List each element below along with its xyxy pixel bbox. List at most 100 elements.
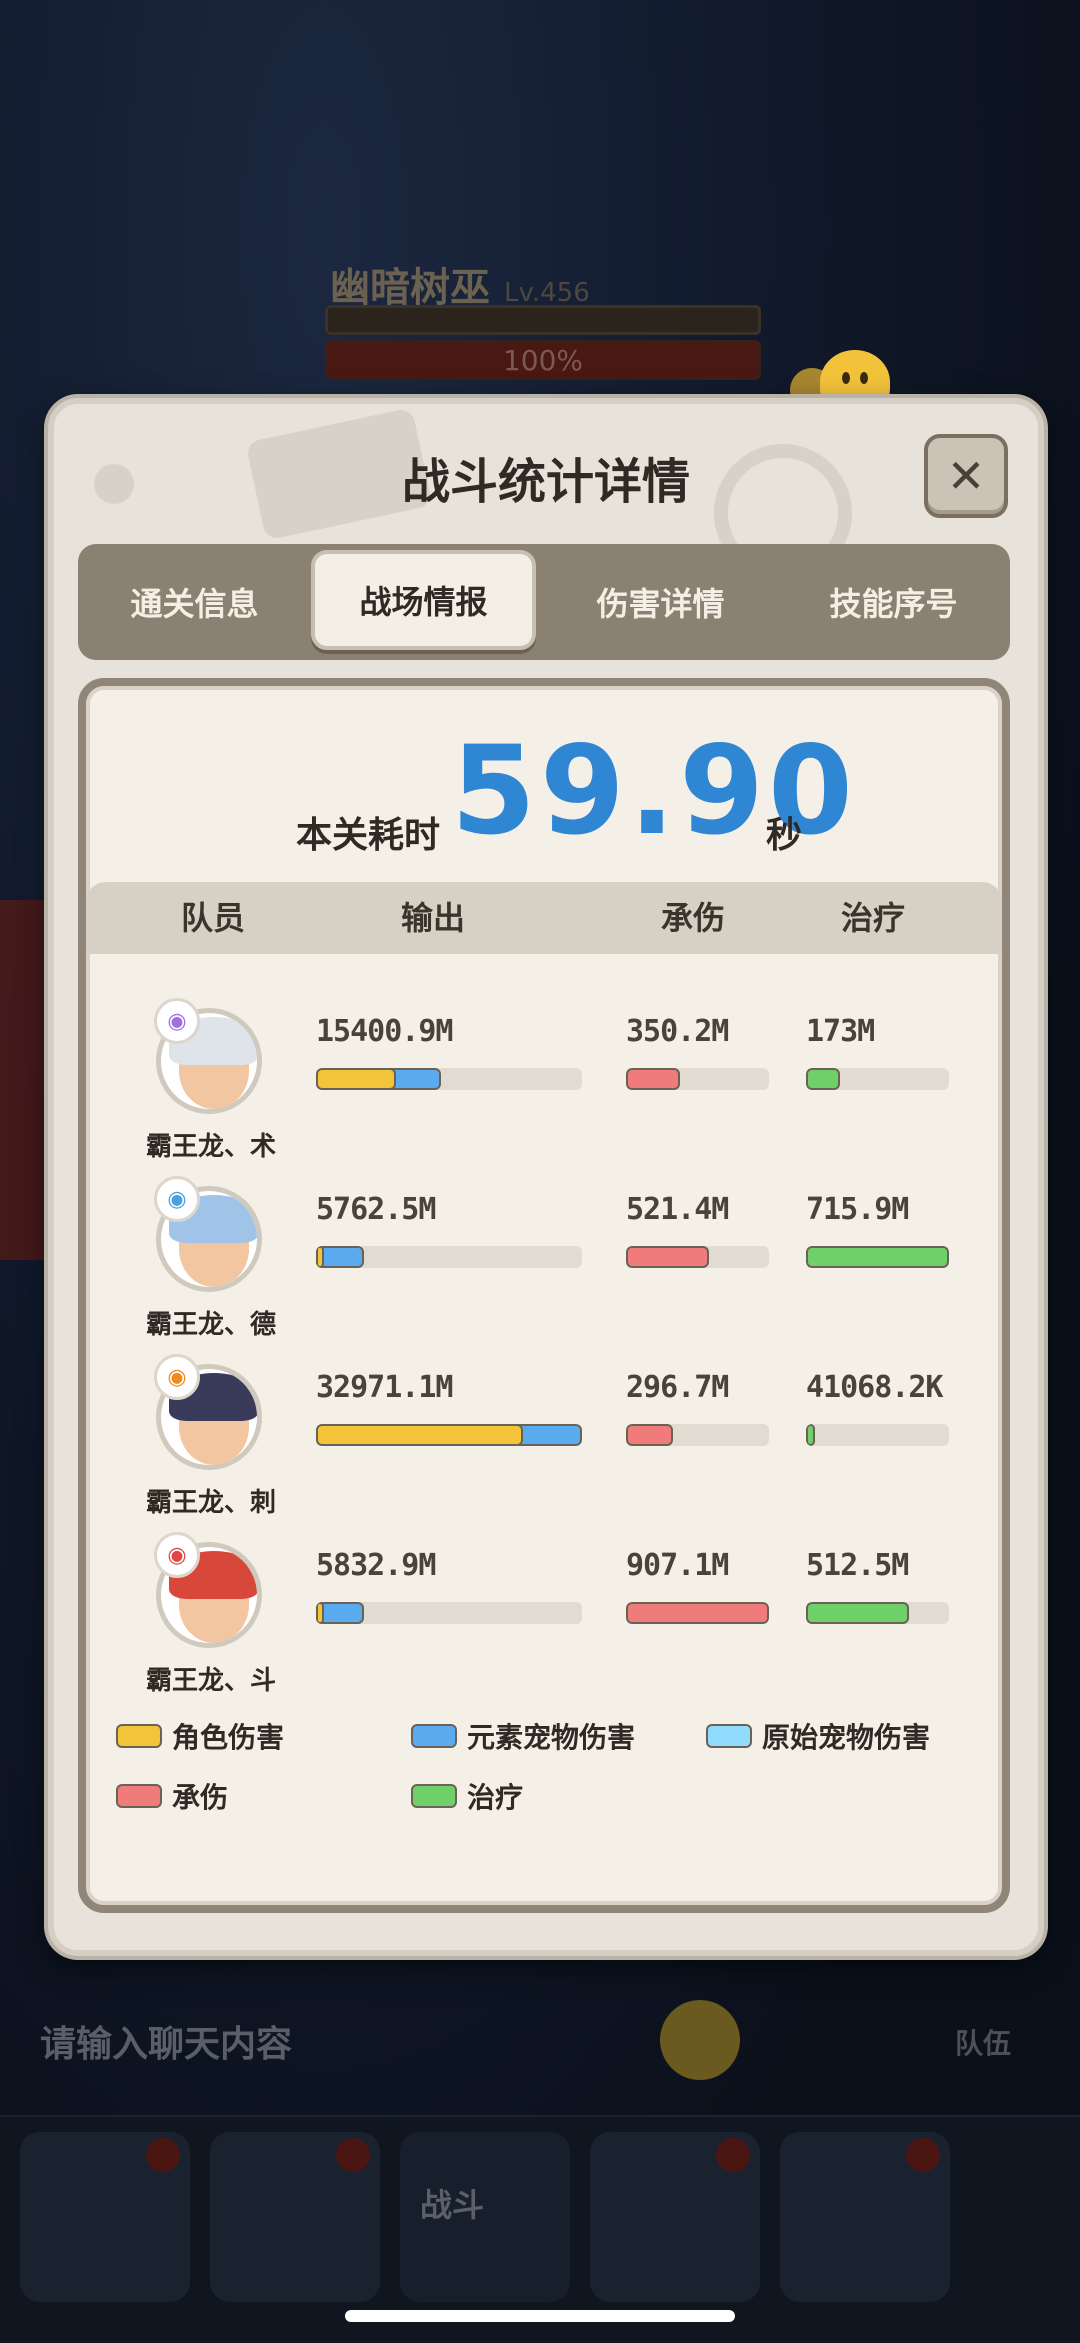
output-value: 5762.5M [316,1192,436,1227]
notification-dot [906,2138,940,2172]
damage-taken-value: 296.7M [626,1370,729,1405]
character-name: 霸王龙、刺 [145,1488,276,1518]
damage-taken-bar [626,1424,769,1446]
table-header: 队员 输出 承伤 治疗 [86,882,1002,954]
legend-swatch [116,1724,162,1748]
legend-item: 元素宠物伤害 [411,1716,635,1756]
legend-swatch [706,1724,752,1748]
healing-bar [806,1424,949,1446]
output-bar [316,1246,582,1268]
healing-value: 715.9M [806,1192,909,1227]
team-button[interactable]: 队伍 [955,2022,1011,2062]
healing-bar [806,1068,949,1090]
damage-taken-value: 350.2M [626,1014,729,1049]
output-value: 15400.9M [316,1014,453,1049]
battle-stats-modal: 战斗统计详情 ✕ 通关信息 战场情报 伤害详情 技能序号 本关耗时 59.90 … [48,398,1044,1956]
notification-dot [336,2138,370,2172]
legend-label: 角色伤害 [172,1721,285,1754]
legend-swatch [411,1724,457,1748]
header-member: 队员 [181,899,246,937]
legend-label: 治疗 [467,1781,524,1814]
character-damage-segment [316,1068,396,1090]
legend-swatch [411,1784,457,1808]
boss-rage-value: 100% [502,343,584,377]
damage-taken-segment [626,1246,709,1268]
chat-input-row[interactable]: 请输入聊天内容 [40,2000,940,2095]
header-output: 输出 [401,899,466,937]
stats-panel: 本关耗时 59.90 秒 队员 输出 承伤 治疗 ◉ 霸王龙、术 15400.9M 3… [78,678,1010,1913]
healing-segment [806,1068,840,1090]
character-name: 霸王龙、术 [145,1132,276,1162]
healing-segment [806,1246,949,1268]
legend-item: 角色伤害 [116,1716,284,1756]
output-bar [316,1602,582,1624]
home-indicator[interactable] [345,2310,735,2322]
notification-dot [146,2138,180,2172]
output-bar [316,1424,582,1446]
legend-item: 承伤 [116,1776,228,1816]
legend: 角色伤害 元素宠物伤害 原始宠物伤害 承伤 治疗 [86,1716,1002,1856]
output-value: 32971.1M [316,1370,453,1405]
tab-skill-order[interactable]: 技能序号 [777,544,1010,660]
chat-input[interactable]: 请输入聊天内容 [40,2024,292,2065]
legend-label: 元素宠物伤害 [467,1721,636,1754]
tab-battlefield-intel[interactable]: 战场情报 [311,550,536,650]
tab-bar: 通关信息 战场情报 伤害详情 技能序号 [78,544,1010,660]
header-damage-taken: 承伤 [661,899,726,937]
damage-taken-segment [626,1602,769,1624]
damage-taken-bar [626,1068,769,1090]
character-damage-segment [316,1246,324,1268]
legend-label: 承伤 [172,1781,229,1814]
close-button[interactable]: ✕ [924,434,1008,518]
damage-taken-bar [626,1602,769,1624]
character-name: 霸王龙、德 [145,1310,276,1340]
time-unit: 秒 [766,815,803,856]
tab-damage-details[interactable]: 伤害详情 [544,544,777,660]
member-row[interactable]: ◉ 霸王龙、斗 5832.9M 907.1M 512.5M [86,1520,1002,1700]
tab-clear-info[interactable]: 通关信息 [78,544,311,660]
boss-rage-bar: 100% [325,340,761,380]
healing-bar [806,1246,949,1268]
nav-slot-5[interactable] [780,2132,950,2302]
time-row: 本关耗时 59.90 秒 [86,726,1002,856]
legend-item: 治疗 [411,1776,523,1816]
character-damage-segment [316,1424,523,1446]
fist-burst-icon: ◉ [154,1532,200,1578]
nav-battle-label: 战斗 [420,2186,485,2224]
damage-taken-segment [626,1424,673,1446]
character-damage-segment [316,1602,324,1624]
legend-swatch [116,1784,162,1808]
output-value: 5832.9M [316,1548,436,1583]
legend-label: 原始宠物伤害 [762,1721,931,1754]
character-name: 霸王龙、斗 [145,1666,276,1696]
damage-taken-bar [626,1246,769,1268]
notification-dot [716,2138,750,2172]
healing-value: 512.5M [806,1548,909,1583]
header-healing: 治疗 [841,899,906,937]
close-icon: ✕ [946,449,986,503]
member-row[interactable]: ◉ 霸王龙、术 15400.9M 350.2M 173M [86,986,1002,1166]
member-row[interactable]: ◉ 霸王龙、德 5762.5M 521.4M 715.9M [86,1164,1002,1344]
time-label: 本关耗时 [296,815,441,856]
healing-segment [806,1602,909,1624]
output-bar [316,1068,582,1090]
arcane-swirl-icon: ◉ [154,998,200,1044]
bottom-nav [0,2115,1080,2343]
healing-bar [806,1602,949,1624]
damage-taken-segment [626,1068,680,1090]
emoji-icon[interactable] [660,2000,740,2080]
nav-slot-2[interactable] [210,2132,380,2302]
boss-level: Lv.456 [504,278,590,308]
damage-taken-value: 907.1M [626,1548,729,1583]
nav-slot-1[interactable] [20,2132,190,2302]
nav-slot-4[interactable] [590,2132,760,2302]
modal-title: 战斗统计详情 [401,454,690,510]
boss-hp-bar [325,305,761,335]
healing-value: 173M [806,1014,875,1049]
member-row[interactable]: ◉ 霸王龙、刺 32971.1M 296.7M 41068.2K [86,1342,1002,1522]
healing-value: 41068.2K [806,1370,943,1405]
legend-item: 原始宠物伤害 [706,1716,930,1756]
crossed-swords-icon: ◉ [154,1354,200,1400]
wind-swirl-icon: ◉ [154,1176,200,1222]
damage-taken-value: 521.4M [626,1192,729,1227]
